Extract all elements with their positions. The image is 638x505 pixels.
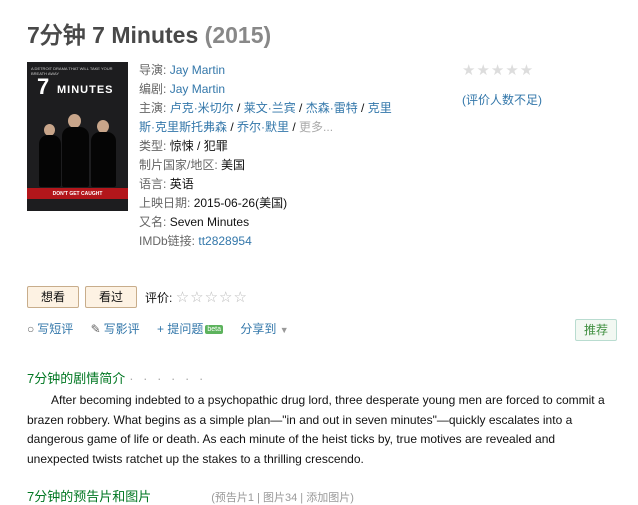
rate-label: 评价: [145, 291, 173, 305]
rating-note: (评价人数不足) [462, 93, 542, 107]
beta-badge: beta [205, 325, 223, 335]
director-label: 导演: [139, 63, 167, 77]
poster-figure-right [91, 132, 116, 187]
more-cast-link[interactable]: 更多... [299, 120, 333, 134]
cast-link[interactable]: 杰森·雷特 [306, 101, 358, 115]
release-label: 上映日期: [139, 196, 191, 210]
user-rating: 评价: ☆☆☆☆☆ [145, 288, 248, 306]
chevron-down-icon: ▼ [279, 325, 289, 335]
writer-label: 编剧: [139, 82, 167, 96]
comment-icon: ○ [27, 322, 35, 336]
aka-row: 又名: Seven Minutes [139, 213, 394, 232]
genre-label: 类型: [139, 139, 167, 153]
cast-label: 主演: [139, 101, 167, 115]
poster-figure-left [39, 135, 61, 187]
share-label: 分享到 [240, 322, 277, 336]
language-label: 语言: [139, 177, 167, 191]
write-review-label: 写影评 [103, 322, 140, 336]
imdb-row: IMDb链接: tt2828954 [139, 232, 394, 251]
write-review[interactable]: ✎ 写影评 [91, 322, 140, 336]
poster-word: MINUTES [57, 84, 114, 96]
imdb-label: IMDb链接: [139, 234, 196, 248]
cast-link[interactable]: 克里 [368, 101, 392, 115]
aka-label: 又名: [139, 215, 167, 229]
aka-value: Seven Minutes [169, 215, 250, 229]
movie-info: 导演: Jay Martin 编剧: Jay Martin 主演: 卢克·米切尔… [139, 61, 394, 251]
movie-poster[interactable]: A DETROIT DRAMA THAT WILL TAKE YOUR BREA… [27, 62, 128, 211]
poster-number: 7 [37, 74, 49, 99]
language-value: 英语 [169, 177, 194, 191]
watched-button[interactable]: 看过 [85, 286, 137, 308]
share-dropdown[interactable]: 分享到 ▼ [240, 322, 288, 336]
summary-heading-text: 7分钟的剧情简介 [27, 371, 126, 386]
recommend-button[interactable]: 推荐 [575, 319, 617, 341]
rating-stars: ★★★★★ [462, 62, 535, 79]
summary-heading: 7分钟的剧情简介 · · · · · · [27, 368, 206, 387]
cast-row-2: 斯·克里斯托弗森 / 乔尔·默里 / 更多... [139, 120, 334, 134]
write-short-review[interactable]: ○ 写短评 [27, 322, 73, 336]
rate-stars-input[interactable]: ☆☆☆☆☆ [176, 289, 248, 306]
cast-link[interactable]: 莱文·兰宾 [244, 101, 296, 115]
director-link[interactable]: Jay Martin [170, 63, 225, 77]
language-row: 语言: 英语 [139, 175, 394, 194]
poster-figure-center [62, 127, 89, 187]
poster-figure-head-center [68, 114, 81, 128]
cast-link[interactable]: 卢克·米切尔 [170, 101, 234, 115]
director-row: 导演: Jay Martin [139, 61, 394, 80]
ask-question-label: + 提问题 [157, 322, 204, 336]
trailer-heading-text: 7分钟的预告片和图片 [27, 489, 152, 504]
genre-value: 惊悚 / 犯罪 [169, 139, 228, 153]
trailer-heading: 7分钟的预告片和图片 (预告片1 | 图片34 | 添加图片) [27, 486, 354, 505]
trailer-links[interactable]: (预告片1 | 图片34 | 添加图片) [211, 492, 354, 504]
imdb-link[interactable]: tt2828954 [198, 234, 251, 248]
poster-bottom-text: DON'T GET CAUGHT [52, 191, 103, 197]
release-row: 上映日期: 2015-06-26(美国) [139, 194, 394, 213]
cast-link[interactable]: 斯·克里斯托弗森 [139, 120, 227, 134]
movie-year: (2015) [204, 22, 272, 48]
writer-row: 编剧: Jay Martin [139, 80, 394, 99]
country-row: 制片国家/地区: 美国 [139, 156, 394, 175]
cast-link[interactable]: 乔尔·默里 [237, 120, 289, 134]
release-value: 2015-06-26(美国) [193, 196, 288, 210]
action-bar: ○ 写短评 ✎ 写影评 + 提问题 beta 分享到 ▼ [27, 320, 303, 337]
country-label: 制片国家/地区: [139, 158, 218, 172]
summary-heading-dots: · · · · · · [129, 371, 207, 386]
country-value: 美国 [221, 158, 246, 172]
write-short-review-label: 写短评 [37, 322, 74, 336]
ask-question[interactable]: + 提问题 beta [157, 322, 223, 336]
cast-row-1: 主演: 卢克·米切尔 / 莱文·兰宾 / 杰森·雷特 / 克里 [139, 101, 392, 115]
want-to-watch-button[interactable]: 想看 [27, 286, 79, 308]
pencil-icon: ✎ [90, 322, 101, 336]
summary-text: After becoming indebted to a psychopathi… [27, 393, 605, 466]
page-title: 7分钟 7 Minutes (2015) [27, 16, 271, 50]
writer-link[interactable]: Jay Martin [170, 82, 225, 96]
genre-row: 类型: 惊悚 / 犯罪 [139, 137, 394, 156]
movie-title: 7分钟 7 Minutes [27, 22, 199, 48]
